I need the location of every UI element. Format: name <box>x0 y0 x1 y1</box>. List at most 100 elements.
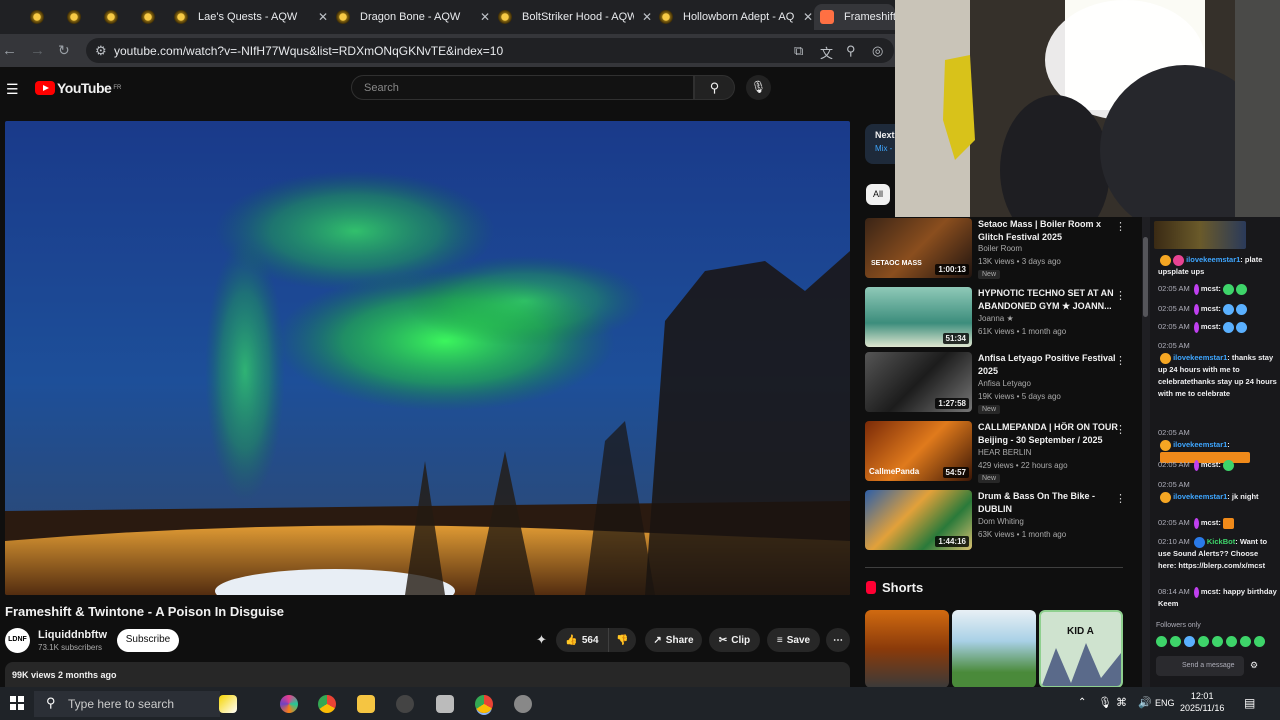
chat-username[interactable]: KickBot <box>1207 537 1235 546</box>
recommended-video[interactable]: SETAOC MASS 1:00:13 Setaoc Mass | Boiler… <box>865 218 1140 280</box>
dislike-button[interactable]: 👎 <box>608 628 636 652</box>
channel-avatar[interactable]: LDNF <box>5 628 30 653</box>
playlist-panel[interactable]: Next Mix - <box>865 124 895 164</box>
site-info-icon[interactable]: ⚙ <box>95 43 107 59</box>
tab-close-icon[interactable]: ✕ <box>803 10 813 24</box>
more-actions-button[interactable]: ⋯ <box>826 628 850 652</box>
chat-username[interactable]: ilovekeemstar1 <box>1173 353 1227 362</box>
app-icon[interactable] <box>514 695 532 713</box>
eye-off-icon[interactable]: ◎ <box>872 43 883 59</box>
voice-search-button[interactable]: 🎙 <box>746 75 771 100</box>
video-title: Frameshift & Twintone - A Poison In Disg… <box>5 604 285 619</box>
chrome-active-icon[interactable] <box>475 695 493 713</box>
tray-chevron-icon[interactable]: ⌃ <box>1078 697 1086 708</box>
browser-tab[interactable]: Dragon Bone - AQW ✕ <box>330 4 490 30</box>
subscribe-button[interactable]: Subscribe <box>117 629 179 652</box>
recommended-video[interactable]: CallmePanda 54:57 CALLMEPANDA | HÖR ON T… <box>865 421 1140 483</box>
chat-username[interactable]: ilovekeemstar1 <box>1173 440 1227 449</box>
app-icon[interactable] <box>436 695 454 713</box>
photos-app-icon[interactable] <box>280 695 298 713</box>
emote-icon[interactable] <box>1226 636 1237 647</box>
more-options-icon[interactable]: ⋮ <box>1115 423 1126 436</box>
browser-tab[interactable]: Lae's Quests - AQW ✕ <box>168 4 328 30</box>
save-button[interactable]: ≡ Save <box>767 628 820 652</box>
cast-icon[interactable]: ⧉ <box>794 43 803 59</box>
reload-icon[interactable]: ↻ <box>58 42 70 59</box>
chat-username[interactable]: mcst <box>1201 304 1219 313</box>
taskbar-search-input[interactable]: Type here to search <box>34 691 220 717</box>
taskbar-clock[interactable]: 12:01 2025/11/16 <box>1180 690 1224 714</box>
sparkle-app-icon[interactable] <box>219 695 237 713</box>
emote-icon[interactable] <box>1156 636 1167 647</box>
back-arrow-icon[interactable]: ← <box>2 42 17 59</box>
chat-username[interactable]: ilovekeemstar1 <box>1173 492 1227 501</box>
browser-tab[interactable] <box>24 4 54 30</box>
channel-name[interactable]: Liquiddnbftw <box>38 629 107 641</box>
like-button[interactable]: 👍 564 <box>556 628 608 652</box>
recommended-video[interactable]: 1:27:58 Anfisa Letyago Positive Festival… <box>865 352 1140 414</box>
language-indicator[interactable]: ENG <box>1155 698 1175 708</box>
search-input[interactable]: Search <box>351 75 694 100</box>
chat-input[interactable]: Send a message <box>1156 656 1244 676</box>
emote-icon[interactable] <box>1184 636 1195 647</box>
browser-tab[interactable] <box>98 4 128 30</box>
emote-icon[interactable] <box>1240 636 1251 647</box>
hype-icon[interactable]: ✦ <box>536 632 547 648</box>
scroll-thumb[interactable] <box>1143 237 1148 317</box>
emote-icon[interactable] <box>1212 636 1223 647</box>
more-options-icon[interactable]: ⋮ <box>1115 354 1126 367</box>
share-button[interactable]: ↗ Share <box>645 628 702 652</box>
youtube-logo[interactable]: YouTube FR <box>35 80 121 96</box>
emote-icon[interactable] <box>1170 636 1181 647</box>
forward-arrow-icon[interactable]: → <box>30 42 45 59</box>
notification-icon[interactable]: ▤ <box>1244 696 1255 710</box>
short-thumbnail[interactable]: KID A <box>1039 610 1123 688</box>
chrome-icon[interactable] <box>318 695 336 713</box>
search-button[interactable]: ⚲ <box>694 75 735 100</box>
aqw-favicon-icon <box>174 10 188 24</box>
browser-tab[interactable] <box>135 4 165 30</box>
tab-close-icon[interactable]: ✕ <box>318 10 328 24</box>
volume-icon[interactable]: 🔊 <box>1138 696 1152 709</box>
file-explorer-icon[interactable] <box>357 695 375 713</box>
browser-tab[interactable]: Hollowborn Adept - AQ ✕ <box>653 4 813 30</box>
aqw-favicon-icon <box>141 10 155 24</box>
video-player[interactable] <box>5 121 850 595</box>
more-options-icon[interactable]: ⋮ <box>1115 289 1126 302</box>
tab-close-icon[interactable]: ✕ <box>642 10 652 24</box>
chat-username[interactable]: mcst <box>1201 587 1219 596</box>
tab-title: BoltStriker Hood - AQW <box>522 11 634 23</box>
windows-start-icon[interactable] <box>10 696 24 710</box>
more-icon: ⋯ <box>833 634 843 646</box>
more-options-icon[interactable]: ⋮ <box>1115 220 1126 233</box>
chat-username[interactable]: mcst <box>1201 460 1219 469</box>
obs-icon[interactable] <box>396 695 414 713</box>
emote-icon[interactable] <box>1198 636 1209 647</box>
short-thumbnail[interactable] <box>865 610 949 688</box>
microphone-icon[interactable]: 🎙 <box>1098 696 1112 709</box>
chat-settings-icon[interactable]: ⚙ <box>1250 660 1258 671</box>
description-box[interactable] <box>5 662 850 687</box>
tab-close-icon[interactable]: ✕ <box>480 10 490 24</box>
browser-tab[interactable]: BoltStriker Hood - AQW ✕ <box>492 4 652 30</box>
chat-username[interactable]: ilovekeemstar1 <box>1186 255 1240 264</box>
network-icon[interactable]: ⌘ <box>1116 696 1127 709</box>
chat-username[interactable]: mcst <box>1201 518 1219 527</box>
chat-username[interactable]: mcst <box>1201 322 1219 331</box>
emote-icon[interactable] <box>1254 636 1265 647</box>
chat-username[interactable]: mcst <box>1201 284 1219 293</box>
zoom-icon[interactable]: ⚲ <box>846 43 856 59</box>
menu-icon[interactable]: ☰ <box>6 81 19 98</box>
more-options-icon[interactable]: ⋮ <box>1115 492 1126 505</box>
address-bar[interactable]: ⚙ youtube.com/watch?v=-NIfH77Wqus&list=R… <box>86 38 894 63</box>
short-thumbnail[interactable] <box>952 610 1036 688</box>
browser-tab-active[interactable]: Frameshift & <box>814 4 895 30</box>
chip-all[interactable]: All <box>866 184 890 205</box>
emote-bar[interactable] <box>1156 636 1274 649</box>
recommended-video[interactable]: 51:34 HYPNOTIC TECHNO SET AT AN ABANDONE… <box>865 287 1140 349</box>
recommended-video[interactable]: 1:44:16 Drum & Bass On The Bike - DUBLIN… <box>865 490 1140 552</box>
translate-icon[interactable]: 文 <box>820 43 833 62</box>
chat-scrollbar[interactable] <box>1142 217 1150 687</box>
clip-button[interactable]: ✂ Clip <box>709 628 760 652</box>
browser-tab[interactable] <box>61 4 91 30</box>
